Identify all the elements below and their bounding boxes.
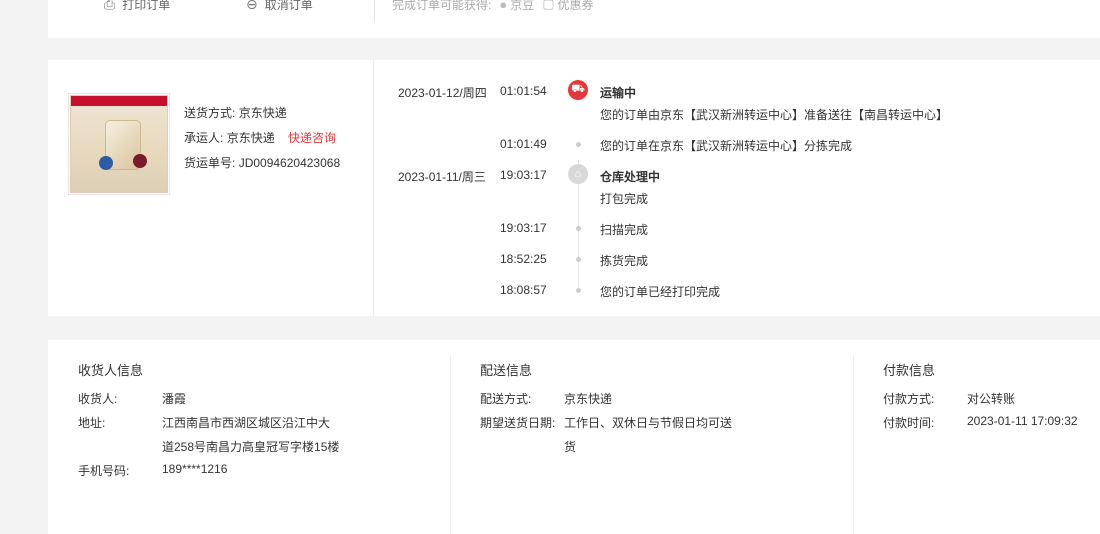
timeline-time: 18:52:25 [500,252,547,266]
tracking-panel: 送货方式: 京东快递 承运人: 京东快递 快递咨询 货运单号: JD009462… [48,60,1100,316]
timeline-text: 扫描完成 [600,223,649,237]
timeline-time: 01:01:49 [500,137,547,151]
divider [374,0,375,22]
timeline-dot [576,257,581,262]
delivery-date-label: 期望送货日期: [480,416,556,430]
timeline-time: 18:08:57 [500,283,547,297]
timeline-time: 19:03:17 [500,168,547,182]
payment-method-label: 付款方式: [883,392,935,406]
truck-icon: ⛟ [568,80,588,100]
timeline-status: 仓库处理中 [600,170,661,184]
timeline-status: 运输中 [600,86,637,100]
cancel-order-label: 取消订单 [264,0,313,12]
cancel-order-button[interactable]: ⊖ 取消订单 [246,0,313,14]
address-line-1: 江西南昌市西湖区城区沿江中大 [162,416,331,430]
order-info-panel: 收货人信息 收货人: 潘霞 地址: 江西南昌市西湖区城区沿江中大 道258号南昌… [48,340,1100,534]
delivery-date-line-1: 工作日、双休日与节假日均可送 [564,416,733,430]
order-actions-bar: ⎙ 打印订单 ⊖ 取消订单 完成订单可能获得: ● 京豆 ▢ 优惠券 [48,0,1100,44]
timeline-entry: 2023-01-11/周三 19:03:17 ⌂ 仓库处理中 打包完成 [48,164,1100,206]
timeline-text: 拣货完成 [600,254,649,268]
payment-title: 付款信息 [883,363,936,378]
shipping-method: 送货方式: 京东快递 [184,105,287,121]
timeline-dot [576,142,581,147]
divider [450,356,451,534]
delivery-date-line-2: 货 [564,440,577,454]
coupon-label: 优惠券 [557,0,594,12]
timeline-text: 您的订单在京东【武汉新洲转运中心】分拣完成 [600,139,853,153]
shipping-method-label: 送货方式: [184,106,236,120]
timeline-entry: 01:01:49 您的订单在京东【武汉新洲转运中心】分拣完成 [48,137,1100,157]
phone-value: 189****1216 [162,462,228,476]
timeline-entry: 19:03:17 扫描完成 [48,221,1100,241]
receiver-name-value: 潘霞 [162,392,187,406]
timeline-text: 您的订单已经打印完成 [600,285,721,299]
delivery-method-label: 配送方式: [480,392,532,406]
zigzag-edge [48,36,1100,44]
timeline-time: 19:03:17 [500,221,547,235]
payment-time-label: 付款时间: [883,416,935,430]
coupon-icon: ▢ [542,0,555,11]
receiver-title: 收货人信息 [78,363,144,378]
rewards-info: 完成订单可能获得: ● 京豆 ▢ 优惠券 [392,0,594,14]
payment-method-value: 对公转账 [967,392,1016,406]
delivery-title: 配送信息 [480,363,533,378]
timeline-text: 打包完成 [600,192,649,206]
address-line-2: 道258号南昌力高皇冠写字楼15楼 [162,440,340,454]
print-order-button[interactable]: ⎙ 打印订单 [104,0,170,14]
timeline-text: 您的订单由京东【武汉新洲转运中心】准备送往【南昌转运中心】 [600,108,949,122]
timeline-entry: 18:52:25 拣货完成 [48,252,1100,272]
cancel-circle-icon: ⊖ [246,0,258,12]
timeline-dot [576,288,581,293]
timeline-entry: 18:08:57 您的订单已经打印完成 [48,283,1100,303]
jingdou-reward: ● 京豆 [499,0,534,13]
bean-icon: ● [499,0,508,12]
warehouse-icon: ⌂ [568,164,588,184]
timeline-date: 2023-01-11/周三 [398,170,486,184]
print-order-label: 打印订单 [122,0,171,12]
receiver-info: 收货人信息 收货人: 潘霞 地址: 江西南昌市西湖区城区沿江中大 道258号南昌… [78,340,448,534]
payment-time-value: 2023-01-11 17:09:32 [967,414,1078,428]
coupon-reward: ▢ 优惠券 [542,0,593,13]
printer-icon: ⎙ [104,0,116,12]
timeline-entry: 2023-01-12/周四 01:01:54 ⛟ 运输中 您的订单由京东【武汉新… [48,80,1100,122]
timeline-time: 01:01:54 [500,84,547,98]
shipping-method-value: 京东快递 [238,106,287,120]
rewards-label: 完成订单可能获得: [392,0,492,12]
address-label: 地址: [78,416,106,430]
divider [853,356,854,534]
receiver-name-label: 收货人: [78,392,118,406]
payment-info: 付款信息 付款方式: 对公转账 付款时间: 2023-01-11 17:09:3… [883,340,1100,534]
delivery-method-value: 京东快递 [564,392,613,406]
delivery-info: 配送信息 配送方式: 京东快递 期望送货日期: 工作日、双休日与节假日均可送 货 [480,340,850,534]
timeline-date: 2023-01-12/周四 [398,86,487,100]
timeline-dot [576,226,581,231]
jingdou-label: 京豆 [510,0,535,12]
phone-label: 手机号码: [78,464,130,478]
